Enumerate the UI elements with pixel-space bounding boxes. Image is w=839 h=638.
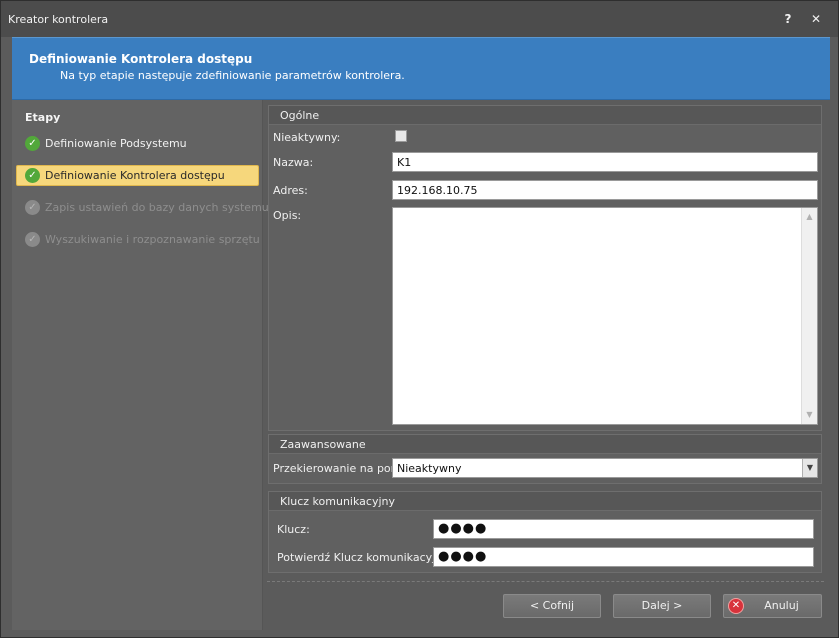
next-button[interactable]: Dalej > (613, 594, 711, 618)
key-label: Klucz: (277, 523, 310, 536)
inactive-label: Nieaktywny: (273, 131, 341, 144)
check-circle-icon: ✓ (25, 168, 40, 183)
key-field[interactable]: ●●●● (433, 519, 814, 539)
step-label: Wyszukiwanie i rozpoznawanie sprzętu (45, 233, 260, 246)
name-field[interactable]: K1 (392, 152, 818, 172)
step-label: Definiowanie Kontrolera dostępu (45, 169, 225, 182)
footer-divider (267, 581, 824, 582)
step-item-subsystem[interactable]: ✓ Definiowanie Podsystemu (16, 133, 259, 154)
steps-panel: Etapy ✓ Definiowanie Podsystemu ✓ Defini… (12, 100, 269, 630)
general-group-header: Ogólne (269, 106, 821, 125)
cancel-circle-icon: ✕ (728, 598, 744, 614)
port-select-value: Nieaktywny (397, 462, 462, 475)
step-item-controller[interactable]: ✓ Definiowanie Kontrolera dostępu (16, 165, 259, 186)
step-item-hardware-scan: ✓ Wyszukiwanie i rozpoznawanie sprzętu (16, 229, 260, 250)
wizard-header: Definiowanie Kontrolera dostępu Na typ e… (12, 37, 830, 100)
general-group: Ogólne Nieaktywny: Nazwa: K1 Adres: 192.… (268, 105, 822, 431)
advanced-group: Zaawansowane Przekierowanie na port: Nie… (268, 434, 822, 484)
key-group-header: Klucz komunikacyjny (269, 492, 821, 511)
advanced-group-header: Zaawansowane (269, 435, 821, 454)
check-circle-icon: ✓ (25, 200, 40, 215)
port-select[interactable]: Nieaktywny ▼ (392, 458, 818, 478)
header-title: Definiowanie Kontrolera dostępu (29, 52, 253, 66)
address-label: Adres: (273, 184, 308, 197)
steps-heading: Etapy (25, 111, 61, 124)
help-icon[interactable]: ? (779, 10, 797, 28)
check-circle-icon: ✓ (25, 136, 40, 151)
check-circle-icon: ✓ (25, 232, 40, 247)
close-icon[interactable]: ✕ (807, 10, 825, 28)
cancel-button[interactable]: ✕ Anuluj (723, 594, 822, 618)
step-label: Definiowanie Podsystemu (45, 137, 187, 150)
confirm-key-field[interactable]: ●●●● (433, 547, 814, 567)
port-label: Przekierowanie na port: (273, 462, 404, 475)
scroll-up-icon[interactable]: ▲ (802, 210, 817, 224)
back-button[interactable]: < Cofnij (503, 594, 601, 618)
description-scrollbar[interactable]: ▲ ▼ (801, 208, 817, 424)
advanced-heading: Zaawansowane (280, 438, 366, 451)
header-subtitle: Na typ etapie następuje zdefiniowanie pa… (60, 69, 405, 82)
key-group: Klucz komunikacyjny Klucz: ●●●● Potwierd… (268, 491, 822, 573)
confirm-key-label: Potwierdź Klucz komunikacyjny: (277, 551, 452, 564)
wizard-window: Kreator kontrolera ? ✕ Definiowanie Kont… (0, 0, 839, 638)
step-item-save-settings: ✓ Zapis ustawień do bazy danych systemu (16, 197, 269, 218)
title-bar[interactable]: Kreator kontrolera ? ✕ (1, 1, 838, 37)
name-label: Nazwa: (273, 156, 314, 169)
window-title: Kreator kontrolera (8, 13, 109, 26)
chevron-down-icon[interactable]: ▼ (802, 459, 817, 477)
cancel-label: Anuluj (764, 599, 799, 612)
address-field[interactable]: 192.168.10.75 (392, 180, 818, 200)
inactive-checkbox[interactable] (395, 130, 407, 142)
general-heading: Ogólne (280, 109, 320, 122)
key-heading: Klucz komunikacyjny (280, 495, 395, 508)
scroll-down-icon[interactable]: ▼ (802, 408, 817, 422)
step-label: Zapis ustawień do bazy danych systemu (45, 201, 269, 214)
description-textarea[interactable]: ▲ ▼ (392, 207, 818, 425)
description-label: Opis: (273, 209, 302, 222)
